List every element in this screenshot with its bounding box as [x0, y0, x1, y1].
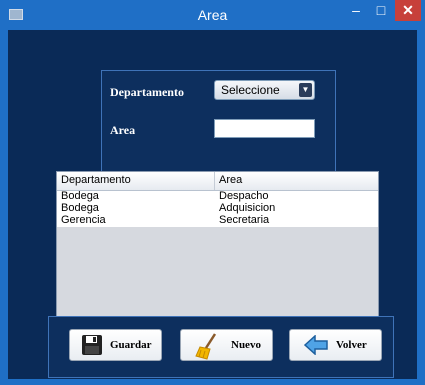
- guardar-label: Guardar: [110, 339, 152, 351]
- nuevo-button[interactable]: Nuevo: [180, 329, 273, 361]
- departamento-label: Departamento: [110, 85, 184, 99]
- cell-departamento: Bodega: [61, 190, 99, 202]
- table-row[interactable]: Gerencia Secretaria: [57, 214, 378, 227]
- minimize-button[interactable]: –: [343, 0, 369, 21]
- broom-icon: [195, 333, 217, 360]
- floppy-disk-icon: [82, 335, 102, 355]
- actions-panel: Guardar Nuevo Volver: [48, 316, 394, 378]
- areas-table: Departamento Area Bodega Despacho Bodega…: [56, 171, 379, 338]
- area-input[interactable]: [214, 119, 315, 138]
- cell-area: Secretaria: [219, 214, 270, 226]
- departamento-selected-value: Seleccione: [221, 83, 280, 97]
- form-panel: Departamento Seleccione ▼ Area: [101, 70, 336, 178]
- column-header-area[interactable]: Area: [219, 174, 242, 186]
- volver-button[interactable]: Volver: [289, 329, 382, 361]
- departamento-select[interactable]: Seleccione ▼: [214, 80, 315, 100]
- column-divider[interactable]: [214, 172, 215, 190]
- content-area: Departamento Seleccione ▼ Area Departame…: [8, 30, 417, 379]
- chevron-down-icon[interactable]: ▼: [299, 83, 312, 97]
- cell-area: Despacho: [219, 190, 269, 202]
- table-row[interactable]: Bodega Despacho: [57, 190, 378, 203]
- cell-departamento: Gerencia: [61, 214, 106, 226]
- area-label: Area: [110, 123, 136, 137]
- column-header-departamento[interactable]: Departamento: [61, 174, 131, 186]
- maximize-button[interactable]: □: [369, 0, 393, 21]
- volver-label: Volver: [336, 339, 367, 351]
- table-header: Departamento Area: [57, 172, 378, 191]
- guardar-button[interactable]: Guardar: [69, 329, 162, 361]
- close-button[interactable]: ✕: [395, 0, 421, 21]
- cell-area: Adquisicion: [219, 202, 276, 214]
- title-bar[interactable]: Area – □ ✕: [0, 0, 425, 30]
- nuevo-label: Nuevo: [231, 339, 261, 351]
- back-arrow-icon: [304, 335, 328, 355]
- cell-departamento: Bodega: [61, 202, 99, 214]
- area-window: Area – □ ✕ Departamento Seleccione ▼ Are…: [0, 0, 425, 385]
